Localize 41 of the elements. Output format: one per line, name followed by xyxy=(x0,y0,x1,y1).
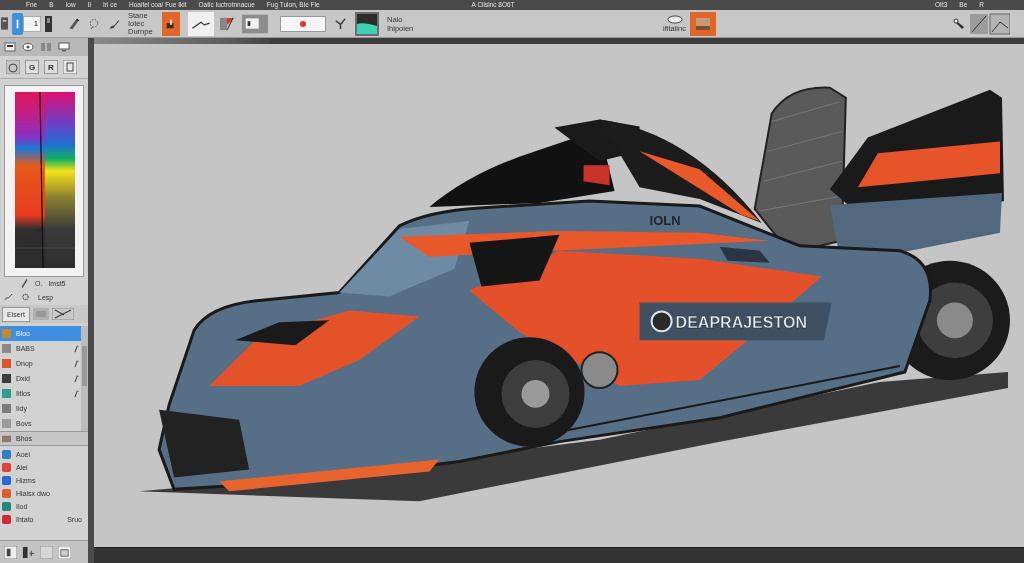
livery-text: DEAPRAJESTON xyxy=(675,314,807,332)
picture-icon xyxy=(694,16,711,31)
circle-tool-icon[interactable] xyxy=(6,60,20,74)
color-spectrum[interactable] xyxy=(15,92,75,268)
scrollbar-thumb[interactable] xyxy=(82,346,87,386)
tool-button[interactable]: G xyxy=(25,60,39,74)
emblem-icon xyxy=(650,310,673,333)
color-field[interactable] xyxy=(280,15,326,32)
preset-thumbnail-button[interactable] xyxy=(689,11,716,36)
pin-icon[interactable] xyxy=(334,17,347,30)
image-icon[interactable] xyxy=(355,11,379,36)
link-icon[interactable] xyxy=(74,374,79,383)
link-icon[interactable] xyxy=(74,359,79,368)
eye-tab-icon[interactable] xyxy=(22,42,34,52)
stylus-icon[interactable] xyxy=(952,16,966,31)
page-icon xyxy=(242,13,268,34)
scrollbar-track[interactable] xyxy=(81,326,88,431)
monitor-tab-icon[interactable] xyxy=(58,42,70,52)
link-icon[interactable] xyxy=(74,344,79,353)
brush-preset-button[interactable] xyxy=(162,11,180,36)
stamp-icon xyxy=(165,17,177,30)
scissors-icon[interactable] xyxy=(51,308,74,320)
tablet-icon[interactable] xyxy=(22,545,35,559)
dot-icon xyxy=(300,20,306,27)
brush-icon[interactable] xyxy=(4,292,13,302)
mouse-icon[interactable] xyxy=(666,14,683,24)
pen-tablet-icon[interactable] xyxy=(970,11,1010,36)
slider-icon[interactable] xyxy=(45,15,52,32)
swatch-tab-icon[interactable] xyxy=(4,42,16,52)
gear-icon[interactable] xyxy=(21,292,30,302)
document-icon[interactable] xyxy=(63,60,77,74)
pencil-icon[interactable] xyxy=(20,278,29,288)
page-icon[interactable] xyxy=(4,545,17,559)
link-icon[interactable] xyxy=(74,389,79,398)
trash-icon[interactable] xyxy=(58,545,71,559)
layer-tool-button[interactable] xyxy=(12,12,23,35)
stroke-preview-button[interactable] xyxy=(188,11,214,36)
decal-text: IOLN xyxy=(649,212,681,228)
folder-icon xyxy=(2,434,11,443)
tool-button[interactable]: R xyxy=(44,60,58,74)
panel-icon[interactable] xyxy=(1,17,8,30)
